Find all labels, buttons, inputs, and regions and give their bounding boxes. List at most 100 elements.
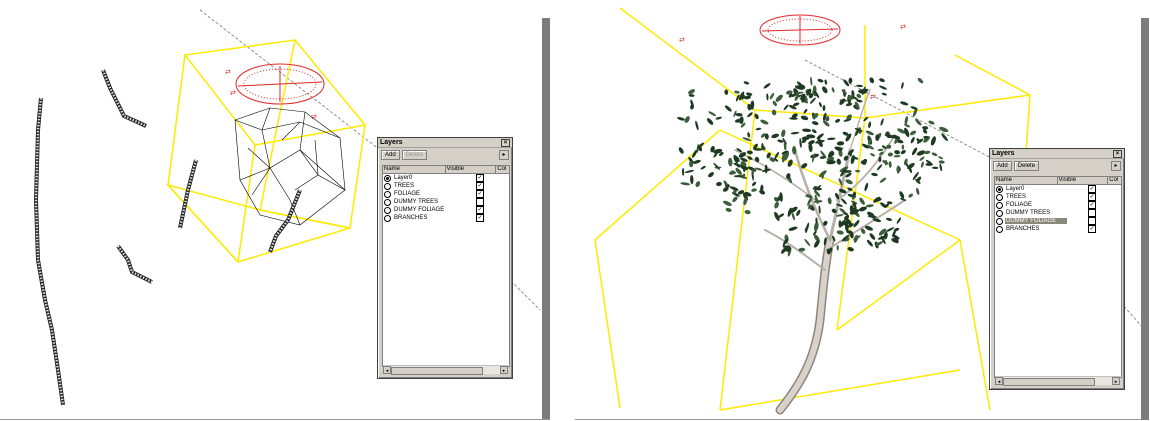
radio-icon[interactable] <box>996 193 1003 201</box>
layer-name[interactable]: BRANCHES <box>393 215 455 221</box>
scroll-right-icon[interactable]: ▸ <box>500 366 508 374</box>
add-layer-button[interactable]: Add <box>993 161 1012 171</box>
leaf <box>899 191 905 199</box>
radio-icon[interactable] <box>384 206 391 214</box>
layer-name[interactable]: Layer0 <box>393 175 455 181</box>
add-layer-button[interactable]: Add <box>381 150 400 160</box>
leaf <box>775 94 783 102</box>
layer-name[interactable]: DUMMY TREES <box>1005 210 1067 216</box>
radio-icon[interactable] <box>384 214 391 222</box>
window-title: Layers <box>992 150 1015 157</box>
layers-titlebar[interactable]: Layers × <box>378 138 512 148</box>
visible-checkbox[interactable] <box>1088 217 1096 225</box>
visible-checkbox[interactable]: ✓ <box>476 190 484 198</box>
details-menu-icon[interactable]: ▸ <box>1111 161 1121 171</box>
layer-rows: Layer0 ✓ TREES ✓ FOLIAGE ✓ DUMMY TREES DUMMY FO… <box>995 185 1121 233</box>
leaf <box>838 220 842 228</box>
leaf <box>845 179 853 185</box>
visible-checkbox[interactable]: ✓ <box>1088 201 1096 209</box>
radio-icon[interactable] <box>996 201 1003 209</box>
leaf <box>818 102 822 108</box>
layer-row[interactable]: BRANCHES ✓ <box>383 214 509 222</box>
leaf <box>900 150 906 155</box>
layer-row[interactable]: DUMMY FOLIAGE <box>995 217 1121 225</box>
visible-checkbox[interactable]: ✓ <box>1088 193 1096 201</box>
layers-list[interactable]: Name Visible Col Layer0 ✓ TREES ✓ FOLIAGE ✓ DU… <box>994 176 1122 378</box>
layer-row[interactable]: TREES ✓ <box>995 193 1121 201</box>
column-visible-header[interactable]: Visible <box>446 166 497 173</box>
svg-text:⇄: ⇄ <box>679 37 685 44</box>
visible-checkbox[interactable]: ✓ <box>476 182 484 190</box>
layers-titlebar[interactable]: Layers × <box>990 149 1124 159</box>
layer-name[interactable]: DUMMY FOLIAGE <box>393 207 455 213</box>
column-name-header[interactable]: Name <box>995 177 1058 184</box>
leaf <box>690 104 695 110</box>
leaf <box>855 169 861 173</box>
visible-checkbox[interactable]: ✓ <box>1088 185 1096 193</box>
layers-window[interactable]: Layers × Add Delete ▸ Name Visible Col L… <box>377 137 513 379</box>
column-name-header[interactable]: Name <box>383 166 446 173</box>
leaf <box>684 169 695 174</box>
details-menu-icon[interactable]: ▸ <box>499 150 509 160</box>
leaf <box>678 147 684 154</box>
column-color-header[interactable]: Col <box>1108 177 1121 184</box>
layer-row[interactable]: FOLIAGE ✓ <box>383 190 509 198</box>
leaf <box>931 152 938 157</box>
delete-layer-button[interactable]: Delete <box>401 150 428 160</box>
delete-layer-button[interactable]: Delete <box>1013 161 1040 171</box>
layer-name[interactable]: TREES <box>1005 194 1067 200</box>
close-icon[interactable]: × <box>1113 149 1122 158</box>
radio-icon[interactable] <box>996 217 1003 225</box>
radio-icon[interactable] <box>384 190 391 198</box>
scroll-right-icon[interactable]: ▸ <box>1112 377 1120 385</box>
radio-icon[interactable] <box>996 209 1003 217</box>
layer-row[interactable]: BRANCHES ✓ <box>995 225 1121 233</box>
radio-icon[interactable] <box>384 182 391 190</box>
layer-row[interactable]: DUMMY TREES <box>383 198 509 206</box>
close-icon[interactable]: × <box>501 138 510 147</box>
viewport-left[interactable]: ⇄ ⇄ ⇄ Layers × Add Delete ▸ Name Visible… <box>0 0 575 421</box>
scroll-thumb[interactable] <box>1003 378 1095 386</box>
visible-checkbox[interactable]: ✓ <box>476 214 484 222</box>
viewport-border <box>1141 18 1149 420</box>
layer-name[interactable]: FOLIAGE <box>393 191 455 197</box>
radio-icon[interactable] <box>384 198 391 206</box>
scroll-left-icon[interactable]: ◂ <box>995 377 1003 385</box>
column-visible-header[interactable]: Visible <box>1058 177 1109 184</box>
scroll-left-icon[interactable]: ◂ <box>383 366 391 374</box>
layer-name[interactable]: BRANCHES <box>1005 226 1067 232</box>
layers-window[interactable]: Layers × Add Delete ▸ Name Visible Col L… <box>989 148 1125 390</box>
layer-name[interactable]: DUMMY TREES <box>393 199 455 205</box>
radio-icon[interactable] <box>384 174 391 182</box>
leaf <box>804 238 811 246</box>
horizontal-scrollbar[interactable]: ◂ ▸ <box>995 376 1120 386</box>
visible-checkbox[interactable]: ✓ <box>476 174 484 182</box>
visible-checkbox[interactable]: ✓ <box>1088 225 1096 233</box>
scroll-thumb[interactable] <box>391 367 483 375</box>
layer-row[interactable]: FOLIAGE ✓ <box>995 201 1121 209</box>
visible-checkbox[interactable] <box>476 198 484 206</box>
leaf <box>910 137 915 144</box>
protractor-tool[interactable] <box>759 14 841 46</box>
visible-checkbox[interactable] <box>1088 209 1096 217</box>
horizontal-scrollbar[interactable]: ◂ ▸ <box>383 365 508 375</box>
leaf <box>856 84 864 88</box>
layer-row[interactable]: Layer0 ✓ <box>383 174 509 182</box>
protractor-tool[interactable] <box>235 63 325 105</box>
layer-row[interactable]: DUMMY TREES <box>995 209 1121 217</box>
column-color-header[interactable]: Col <box>496 166 509 173</box>
viewport-right[interactable]: ⇄ ⇄ ⇄ Layers × Add Delete ▸ Name Visible… <box>575 0 1150 421</box>
layer-name[interactable]: FOLIAGE <box>1005 202 1067 208</box>
layer-row[interactable]: TREES ✓ <box>383 182 509 190</box>
layer-row[interactable]: DUMMY FOLIAGE ✓ <box>383 206 509 214</box>
leaf <box>766 93 769 101</box>
radio-icon[interactable] <box>996 225 1003 233</box>
viewport-bottom-edge <box>0 419 550 420</box>
visible-checkbox[interactable]: ✓ <box>476 206 484 214</box>
layers-list[interactable]: Name Visible Col Layer0 ✓ TREES ✓ FOLIAGE ✓ DU… <box>382 165 510 367</box>
layer-name[interactable]: TREES <box>393 183 455 189</box>
radio-icon[interactable] <box>996 185 1003 193</box>
layer-name[interactable]: DUMMY FOLIAGE <box>1005 218 1067 224</box>
layer-row[interactable]: Layer0 ✓ <box>995 185 1121 193</box>
layer-name[interactable]: Layer0 <box>1005 186 1067 192</box>
